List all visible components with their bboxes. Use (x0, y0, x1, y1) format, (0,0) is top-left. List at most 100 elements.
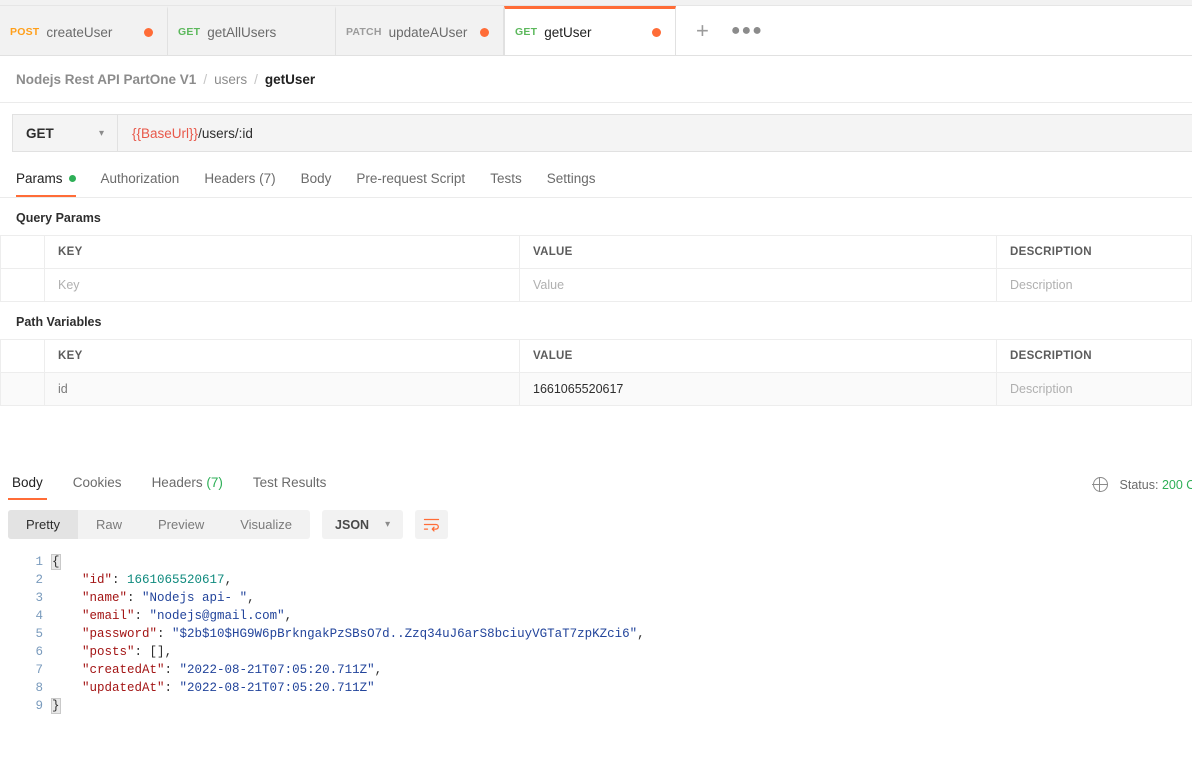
code-line: "updatedAt": "2022-08-21T07:05:20.711Z" (52, 679, 1192, 697)
word-wrap-icon[interactable] (415, 510, 449, 539)
code-token: : (134, 645, 150, 659)
code-token: "nodejs@gmail.com" (149, 609, 285, 623)
breadcrumb-folder[interactable]: users (214, 72, 247, 87)
line-number: 4 (35, 609, 43, 623)
url-bar: GET ▾ {{BaseUrl}}/users/:id (12, 114, 1192, 152)
code-token: "posts" (82, 645, 135, 659)
line-number: 1 (35, 555, 43, 569)
http-method-select[interactable]: GET ▾ (13, 115, 118, 151)
code-token: , (374, 663, 383, 677)
code-line: "posts": [], (52, 643, 1192, 661)
code-token: , (164, 645, 173, 659)
request-tab-pre-request-script[interactable]: Pre-request Script (356, 171, 465, 197)
params-active-dot (68, 175, 76, 182)
column-header-description: DESCRIPTION (996, 235, 1192, 269)
response-tab-label: Body (12, 475, 43, 490)
code-token: "id" (82, 573, 113, 587)
tab-method-label: PATCH (346, 26, 382, 38)
request-tab-label: Pre-request Script (356, 171, 466, 186)
unsaved-changes-dot (480, 27, 489, 37)
tab-method-label: POST (10, 26, 40, 38)
response-header-count: (7) (202, 475, 223, 490)
response-tab-label: Test Results (252, 475, 327, 490)
request-tab-settings[interactable]: Settings (547, 171, 596, 197)
tab-method-label: GET (515, 26, 538, 38)
response-tab-headers[interactable]: Headers (7) (148, 475, 227, 500)
path-variables-table: KEY VALUE DESCRIPTION id 1661065520617 D… (0, 339, 1192, 406)
globe-icon (1092, 476, 1108, 493)
http-method-label: GET (26, 125, 54, 141)
breadcrumb: Nodejs Rest API PartOne V1 / users / get… (0, 56, 1192, 103)
response-body-code[interactable]: { "id": 1661065520617, "name": "Nodejs a… (51, 553, 1192, 715)
table-row: id 1661065520617 Description (0, 372, 1192, 406)
request-tab-tests[interactable]: Tests (490, 171, 522, 197)
new-tab-icon[interactable]: + (696, 19, 709, 42)
response-tab-label: Headers (151, 475, 203, 490)
request-tab-bar: POST createUser GET getAllUsers PATCH updateA… (0, 6, 1192, 56)
row-checkbox-cell[interactable] (0, 372, 45, 406)
column-header-key: KEY (44, 339, 520, 373)
breadcrumb-separator: / (203, 71, 208, 87)
response-format-bar: Pretty Raw Preview Visualize JSON ▾ (0, 500, 1192, 539)
unsaved-changes-dot (144, 27, 153, 37)
request-tab-updateAUser[interactable]: PATCH updateAUser (336, 6, 504, 55)
param-value-input[interactable]: Value (519, 268, 997, 302)
param-key-input[interactable]: Key (44, 268, 520, 302)
request-tab-label: Body (300, 171, 332, 186)
request-tab-label: Params (16, 171, 63, 186)
response-view-pretty[interactable]: Pretty (8, 510, 78, 539)
tab-name-label: updateAUser (388, 24, 468, 40)
table-row: Key Value Description (0, 268, 1192, 302)
request-tab-params[interactable]: Params (16, 171, 76, 197)
line-number: 8 (35, 681, 43, 695)
breadcrumb-collection[interactable]: Nodejs Rest API PartOne V1 (16, 72, 196, 87)
code-token: "$2b$10$HG9W6pBrkngakPzSBsO7d..Zzq34uJ6a… (172, 627, 638, 641)
status-value: 200 O (1161, 477, 1192, 492)
response-tab-cookies[interactable]: Cookies (69, 475, 126, 500)
request-tab-authorization[interactable]: Authorization (101, 171, 180, 197)
tab-bar-actions: + ●●● (676, 6, 1192, 55)
response-view-switcher: Pretty Raw Preview Visualize (8, 510, 311, 539)
code-token: "createdAt" (82, 663, 165, 677)
code-token: "2022-08-21T07:05:20.711Z" (179, 663, 375, 677)
tab-method-label: GET (178, 26, 201, 38)
line-number: 5 (35, 627, 43, 641)
url-variable: {{BaseUrl}} (132, 125, 199, 141)
code-token: : (134, 609, 150, 623)
request-tab-createUser[interactable]: POST createUser (0, 6, 168, 55)
response-language-select[interactable]: JSON ▾ (322, 510, 404, 539)
column-header-value: VALUE (519, 339, 997, 373)
code-token: 1661065520617 (127, 573, 225, 587)
code-token: : (157, 627, 173, 641)
url-input[interactable]: {{BaseUrl}}/users/:id (118, 115, 1192, 151)
request-tab-label: Settings (546, 171, 596, 186)
response-view-preview[interactable]: Preview (140, 510, 222, 539)
response-view-visualize[interactable]: Visualize (222, 510, 310, 539)
ellipsis-icon[interactable]: ●●● (731, 22, 763, 39)
query-params-table: KEY VALUE DESCRIPTION Key Value Descript… (0, 235, 1192, 302)
request-tab-body[interactable]: Body (301, 171, 332, 197)
pathvar-description-input[interactable]: Description (996, 372, 1192, 406)
request-tab-label: Headers (7) (204, 171, 276, 186)
request-tab-getUser[interactable]: GET getUser (504, 6, 676, 55)
response-tab-label: Cookies (72, 475, 122, 490)
table-header-row: KEY VALUE DESCRIPTION (0, 235, 1192, 269)
line-number: 7 (35, 663, 43, 677)
code-token: "password" (82, 627, 158, 641)
response-tab-body[interactable]: Body (8, 475, 47, 500)
row-checkbox-cell[interactable] (0, 268, 45, 302)
pathvar-key-input[interactable]: id (44, 372, 520, 406)
code-token: "name" (82, 591, 128, 605)
line-number-gutter: 1 2 3 4 5 6 7 8 9 (0, 553, 52, 715)
response-body-viewer[interactable]: 1 2 3 4 5 6 7 8 9 { "id": 1661065520617, "name":… (0, 553, 1192, 715)
code-token: , (224, 573, 233, 587)
response-view-raw[interactable]: Raw (78, 510, 140, 539)
request-tab-getAllUsers[interactable]: GET getAllUsers (168, 6, 336, 55)
code-token: , (637, 627, 645, 641)
pathvar-value-input[interactable]: 1661065520617 (519, 372, 997, 406)
request-tab-headers-7[interactable]: Headers (7) (204, 171, 275, 197)
param-description-input[interactable]: Description (996, 268, 1192, 302)
column-header-key: KEY (44, 235, 520, 269)
select-all-cell (0, 235, 45, 269)
response-tab-test-results[interactable]: Test Results (249, 475, 331, 500)
